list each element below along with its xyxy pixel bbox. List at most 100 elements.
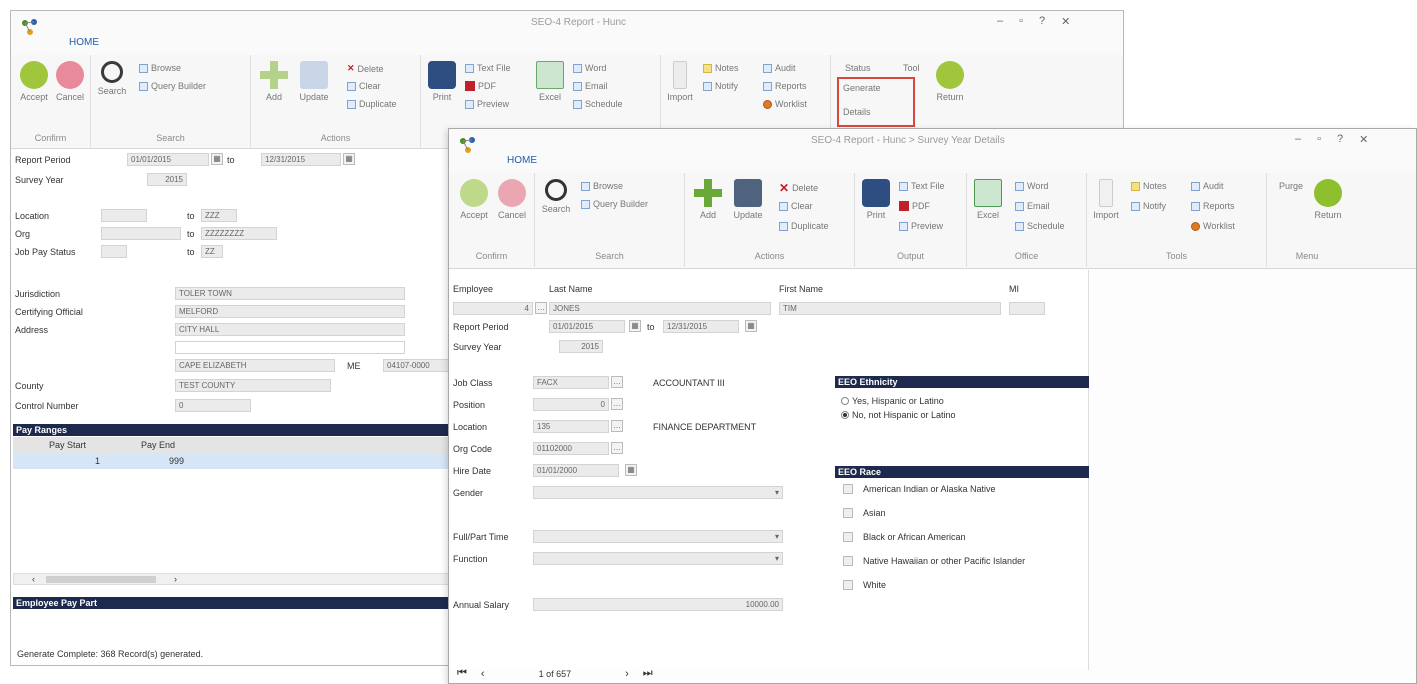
query-builder-button[interactable]: Query Builder — [139, 81, 206, 91]
clear-button[interactable]: Clear — [779, 201, 813, 211]
purge-button[interactable]: Purge — [1279, 181, 1303, 191]
help-icon[interactable]: ? — [1337, 133, 1343, 146]
race-checkbox-2[interactable] — [843, 508, 853, 518]
email-button[interactable]: Email — [573, 81, 608, 91]
race-checkbox-4[interactable] — [843, 556, 853, 566]
report-period-from-field[interactable]: 01/01/2015 — [549, 320, 625, 333]
help-icon[interactable]: ? — [1039, 15, 1045, 28]
word-button[interactable]: Word — [573, 63, 606, 73]
generate-button[interactable]: Generate — [843, 83, 881, 93]
mi-field[interactable] — [1009, 302, 1045, 315]
zip-field[interactable]: 04107-0000 — [383, 359, 449, 372]
location-field[interactable]: 135 — [533, 420, 609, 433]
county-field[interactable]: TEST COUNTY — [175, 379, 331, 392]
schedule-button[interactable]: Schedule — [573, 99, 623, 109]
jurisdiction-field[interactable]: TOLER TOWN — [175, 287, 405, 300]
text-file-button[interactable]: Text File — [465, 63, 511, 73]
ethnicity-option-yes[interactable]: Yes, Hispanic or Latino — [841, 396, 944, 406]
email-button[interactable]: Email — [1015, 201, 1050, 211]
certifying-official-field[interactable]: MELFORD — [175, 305, 405, 318]
control-number-field[interactable]: 0 — [175, 399, 251, 412]
duplicate-button[interactable]: Duplicate — [779, 221, 829, 231]
org-to-field[interactable]: ZZZZZZZZ — [201, 227, 277, 240]
address-line2-field[interactable] — [175, 341, 405, 354]
employee-lookup-icon[interactable]: … — [535, 302, 547, 314]
restore-icon[interactable]: ▫ — [1019, 15, 1023, 28]
pay-end-column[interactable]: Pay End — [141, 440, 175, 450]
word-button[interactable]: Word — [1015, 181, 1048, 191]
reports-button[interactable]: Reports — [763, 81, 807, 91]
audit-button[interactable]: Audit — [763, 63, 796, 73]
calendar-icon[interactable]: ▦ — [625, 464, 637, 476]
import-button[interactable]: Import — [663, 61, 697, 102]
calendar-icon[interactable]: ▦ — [745, 320, 757, 332]
survey-year-field[interactable]: 2015 — [559, 340, 603, 353]
job-pay-status-from-field[interactable] — [101, 245, 127, 258]
notes-button[interactable]: Notes — [703, 63, 739, 73]
delete-button[interactable]: ✕ Delete — [347, 63, 384, 74]
job-class-field[interactable]: FACX — [533, 376, 609, 389]
close-icon[interactable]: ✕ — [1359, 133, 1368, 146]
duplicate-button[interactable]: Duplicate — [347, 99, 397, 109]
print-button[interactable]: Print — [859, 179, 893, 220]
first-record-icon[interactable]: ⏮ — [457, 667, 467, 680]
table-row[interactable]: 1 999 — [13, 453, 453, 469]
clear-button[interactable]: Clear — [347, 81, 381, 91]
update-button[interactable]: Update — [297, 61, 331, 102]
return-button[interactable]: Return — [1311, 179, 1345, 220]
last-record-icon[interactable]: ⏭ — [643, 667, 653, 680]
position-field[interactable]: 0 — [533, 398, 609, 411]
next-record-icon[interactable]: › — [625, 668, 629, 680]
job-pay-status-to-field[interactable]: ZZ — [201, 245, 223, 258]
update-button[interactable]: Update — [731, 179, 765, 220]
annual-salary-field[interactable]: 10000.00 — [533, 598, 783, 611]
address-line1-field[interactable]: CITY HALL — [175, 323, 405, 336]
last-name-field[interactable]: JONES — [549, 302, 771, 315]
minimize-icon[interactable]: – — [997, 15, 1003, 28]
browse-button[interactable]: Browse — [581, 181, 623, 191]
restore-icon[interactable]: ▫ — [1317, 133, 1321, 146]
race-checkbox-1[interactable] — [843, 484, 853, 494]
pay-start-column[interactable]: Pay Start — [49, 440, 86, 450]
cancel-button[interactable]: Cancel — [53, 61, 87, 102]
browse-button[interactable]: Browse — [139, 63, 181, 73]
scroll-right-icon[interactable]: › — [174, 574, 177, 584]
race-checkbox-3[interactable] — [843, 532, 853, 542]
previous-record-icon[interactable]: ‹ — [481, 668, 485, 680]
search-button[interactable]: Search — [95, 61, 129, 96]
position-lookup-icon[interactable]: … — [611, 398, 623, 410]
notify-button[interactable]: Notify — [1131, 201, 1166, 211]
query-builder-button[interactable]: Query Builder — [581, 199, 648, 209]
notify-button[interactable]: Notify — [703, 81, 738, 91]
org-code-lookup-icon[interactable]: … — [611, 442, 623, 454]
scroll-left-icon[interactable]: ‹ — [32, 574, 35, 584]
import-button[interactable]: Import — [1089, 179, 1123, 220]
location-lookup-icon[interactable]: … — [611, 420, 623, 432]
function-select[interactable]: ▾ — [533, 552, 783, 565]
horizontal-scrollbar[interactable]: ‹ › — [13, 573, 453, 585]
accept-button[interactable]: Accept — [17, 61, 51, 102]
calendar-icon[interactable]: ▦ — [211, 153, 223, 165]
close-icon[interactable]: ✕ — [1061, 15, 1070, 28]
org-from-field[interactable] — [101, 227, 181, 240]
ethnicity-option-no[interactable]: No, not Hispanic or Latino — [841, 410, 956, 420]
first-name-field[interactable]: TIM — [779, 302, 1001, 315]
audit-button[interactable]: Audit — [1191, 181, 1224, 191]
worklist-button[interactable]: Worklist — [763, 99, 807, 109]
report-period-to-field[interactable]: 12/31/2015 — [663, 320, 739, 333]
reports-button[interactable]: Reports — [1191, 201, 1235, 211]
pdf-button[interactable]: PDF — [465, 81, 496, 91]
gender-select[interactable]: ▾ — [533, 486, 783, 499]
home-tab[interactable]: HOME — [507, 155, 537, 166]
cancel-button[interactable]: Cancel — [495, 179, 529, 220]
report-period-to-field[interactable]: 12/31/2015 — [261, 153, 341, 166]
home-tab[interactable]: HOME — [69, 37, 99, 48]
survey-year-field[interactable]: 2015 — [147, 173, 187, 186]
return-button[interactable]: Return — [933, 61, 967, 102]
print-button[interactable]: Print — [425, 61, 459, 102]
full-part-time-select[interactable]: ▾ — [533, 530, 783, 543]
add-button[interactable]: Add — [257, 61, 291, 102]
search-button[interactable]: Search — [539, 179, 573, 214]
minimize-icon[interactable]: – — [1295, 133, 1301, 146]
pdf-button[interactable]: PDF — [899, 201, 930, 211]
